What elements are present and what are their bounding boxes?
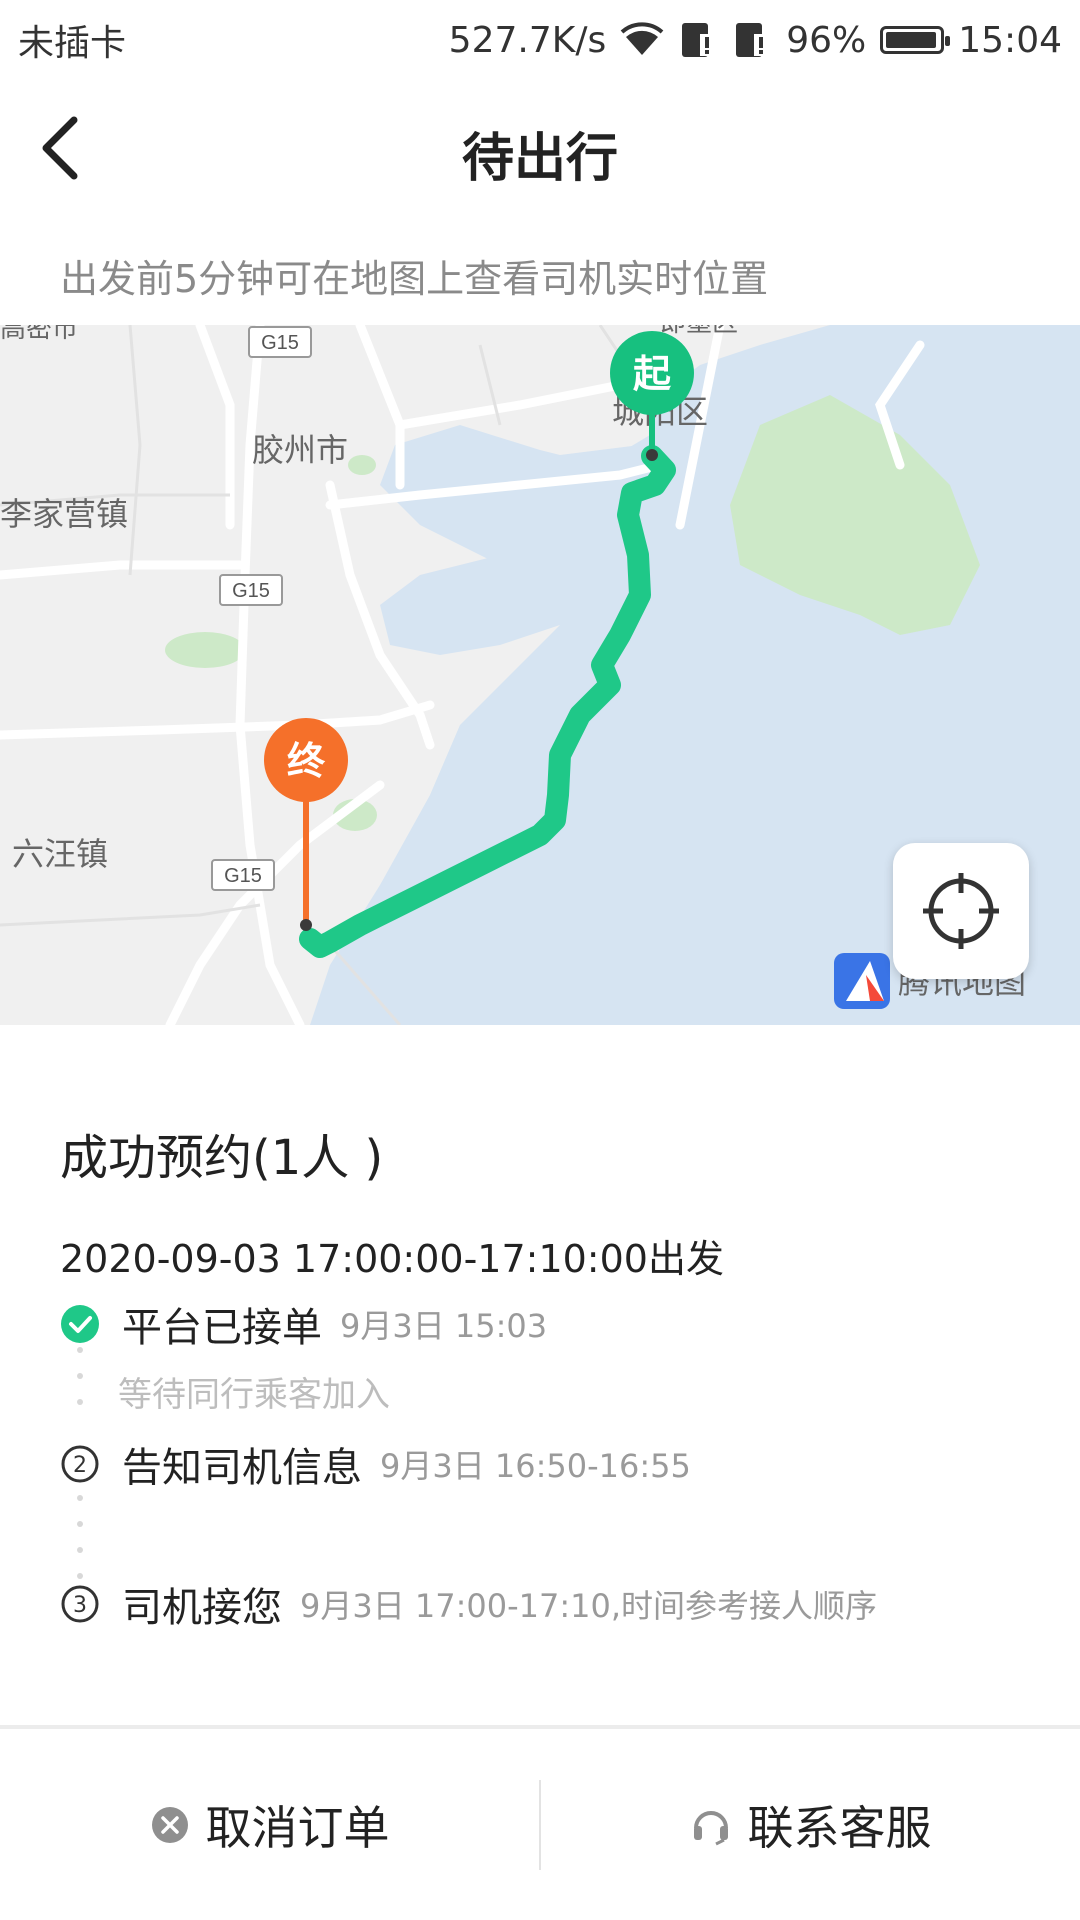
- carrier-text: 未插卡: [18, 23, 127, 64]
- booking-title: 成功预约(1人 ): [60, 1130, 384, 1186]
- step-time: 9月3日 16:50-16:55: [380, 1447, 691, 1485]
- place-label-jiaozhou: 胶州市: [252, 431, 348, 469]
- waiting-passengers-note: 等待同行乘客加入: [118, 1375, 390, 1415]
- status-right: 527.7K/s 96% 15:04: [449, 20, 1062, 61]
- driver-location-hint: 出发前5分钟可在地图上查看司机实时位置: [60, 257, 769, 301]
- cancel-order-label: 取消订单: [205, 1800, 390, 1855]
- close-circle-icon: [151, 1806, 188, 1843]
- bottom-action-bar: 取消订单 联系客服: [0, 1729, 1080, 1920]
- cancel-order-button[interactable]: 取消订单: [0, 1729, 539, 1920]
- place-label-liuwang: 六汪镇: [12, 835, 108, 873]
- highway-label-g15-b: G15: [232, 580, 270, 602]
- number-circle-icon: 2: [61, 1445, 99, 1483]
- check-circle-icon: [61, 1305, 99, 1343]
- start-marker-label: 起: [633, 352, 672, 396]
- booking-info: 成功预约(1人 ) 2020-09-03 17:00:00-17:10:00出发: [60, 1118, 1020, 1283]
- number-circle-icon: 3: [61, 1585, 99, 1623]
- step-platform-accepted: 平台已接单 9月3日 15:03: [60, 1295, 547, 1353]
- battery-icon: [880, 26, 951, 54]
- locate-button[interactable]: [893, 843, 1029, 979]
- battery-percent: 96%: [786, 19, 867, 61]
- step-number: 3: [73, 1593, 87, 1618]
- top-bar: 待出行: [0, 80, 1080, 215]
- contact-service-button[interactable]: 联系客服: [541, 1729, 1080, 1920]
- clock: 15:04: [958, 19, 1062, 61]
- network-speed: 527.7K/s: [448, 19, 607, 61]
- headset-icon: [693, 1810, 728, 1845]
- page-title: 待出行: [461, 129, 618, 189]
- place-label-lijiaying: 李家营镇: [0, 495, 128, 533]
- step-time: 9月3日 15:03: [340, 1307, 548, 1345]
- end-marker-label: 终: [287, 739, 326, 783]
- step-label: 平台已接单: [122, 1305, 322, 1351]
- highway-label-g15-a: G15: [261, 332, 299, 354]
- step-label: 告知司机信息: [122, 1445, 362, 1491]
- sim-alert-icon: [682, 23, 715, 57]
- highway-label-g15-c: G15: [224, 865, 262, 887]
- step-driver-pickup: 3 司机接您 9月3日 17:00-17:10,时间参考接人顺序: [60, 1575, 877, 1633]
- crosshair-icon: [923, 873, 999, 949]
- step-label: 司机接您: [122, 1585, 282, 1631]
- wifi-icon: [620, 22, 664, 55]
- status-bar: 未插卡 527.7K/s 96% 15:04: [0, 0, 1080, 80]
- step-number: 2: [73, 1453, 87, 1478]
- place-label-top-left: 高密市: [0, 325, 78, 344]
- contact-service-label: 联系客服: [747, 1800, 932, 1855]
- departure-time: 2020-09-03 17:00:00-17:10:00出发: [60, 1237, 724, 1281]
- step-driver-info: 2 告知司机信息 9月3日 16:50-16:55: [60, 1435, 691, 1493]
- step-time: 9月3日 17:00-17:10,时间参考接人顺序: [300, 1587, 878, 1625]
- step-connector: [77, 1347, 83, 1425]
- sim-alert-icon-2: [736, 23, 769, 57]
